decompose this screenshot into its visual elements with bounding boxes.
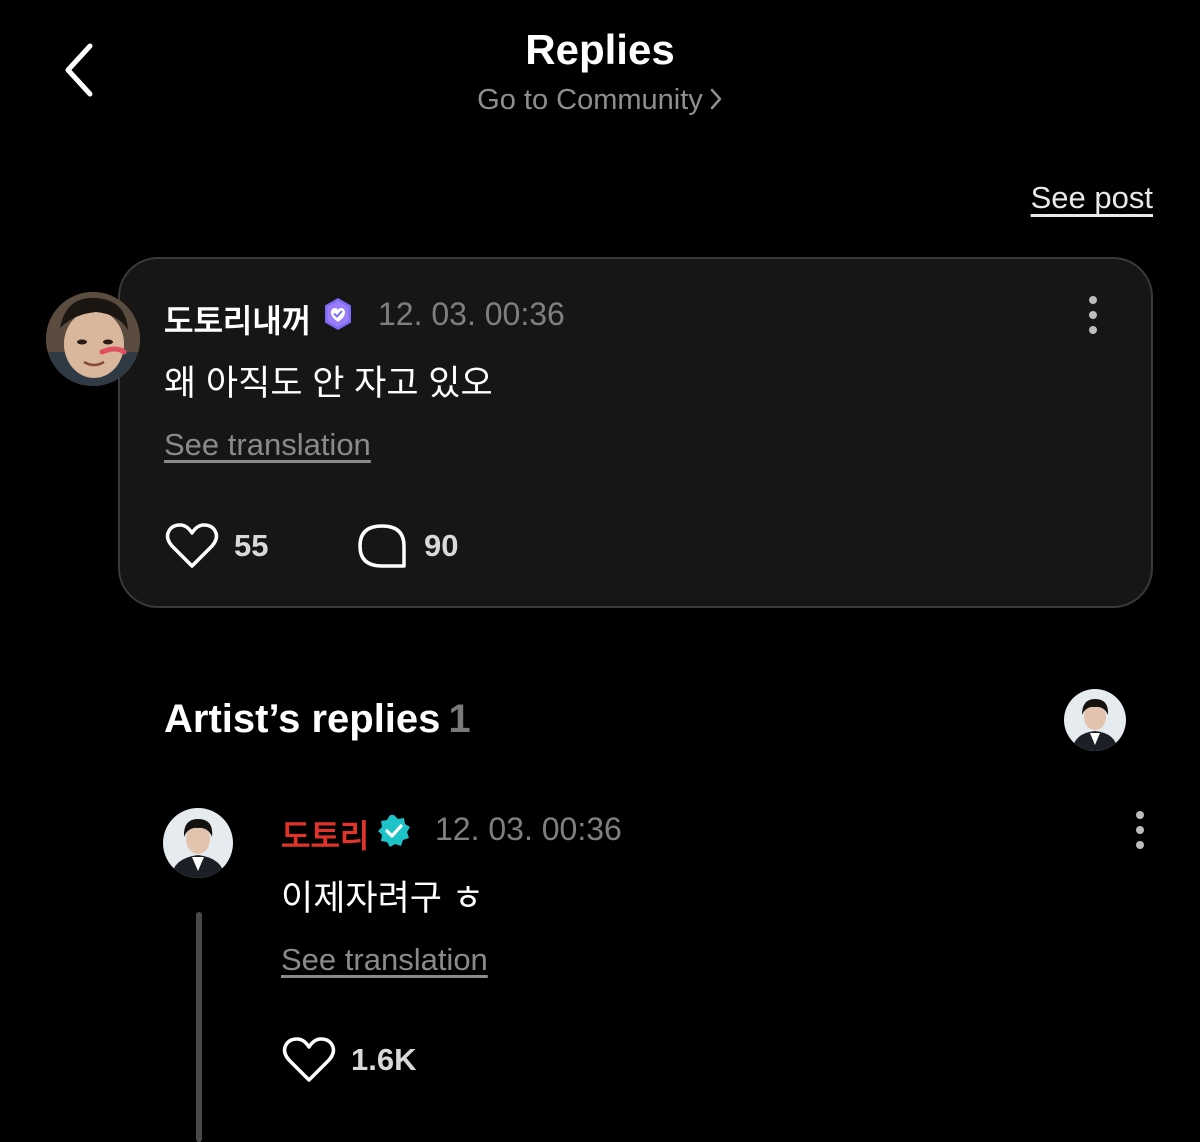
reply-more-options-button[interactable]: [1130, 808, 1150, 852]
post-timestamp: 12. 03. 00:36: [378, 296, 565, 332]
avatar-photo: [1064, 689, 1126, 751]
artist-replies-count: 1: [448, 697, 471, 741]
avatar-photo: [163, 808, 233, 878]
artist-replies-heading: Artist’s replies 1: [164, 697, 471, 742]
reply-text: 이제자려구 ㅎ: [281, 879, 484, 918]
more-vertical-icon: [1089, 296, 1097, 334]
heart-icon: [282, 1037, 336, 1082]
artist-avatar-small[interactable]: [1064, 689, 1126, 751]
post-more-options-button[interactable]: [1083, 293, 1103, 337]
reply-like-count: 1.6K: [351, 1042, 417, 1077]
reply-username[interactable]: 도토리: [281, 811, 369, 857]
see-post-link[interactable]: See post: [1031, 180, 1153, 216]
post-like-count: 55: [234, 528, 269, 563]
heart-icon: [165, 523, 219, 568]
page-title: Replies: [525, 26, 675, 73]
post-see-translation-link[interactable]: See translation: [164, 427, 371, 463]
reply-author-avatar[interactable]: [163, 808, 233, 878]
post-author-avatar[interactable]: [46, 292, 140, 386]
community-link-label: Go to Community: [477, 84, 703, 116]
post-username[interactable]: 도토리내꺼: [164, 296, 311, 342]
reply-see-translation-link[interactable]: See translation: [281, 942, 488, 978]
avatar-photo: [46, 292, 140, 386]
reply-timestamp: 12. 03. 00:36: [435, 811, 622, 847]
post-comment-button[interactable]: [357, 522, 407, 575]
artist-replies-title: Artist’s replies: [164, 697, 441, 741]
go-to-community-link[interactable]: Go to Community: [0, 84, 1200, 117]
verified-badge-icon: [320, 296, 356, 337]
post-like-button[interactable]: [164, 522, 220, 575]
more-vertical-icon: [1136, 811, 1144, 849]
chevron-right-icon: [710, 88, 722, 110]
post-text: 왜 아직도 안 자고 있오: [164, 364, 493, 403]
comment-bubble-icon: [358, 524, 406, 568]
post-comment-count: 90: [424, 528, 459, 563]
reply-thread-line: [196, 912, 202, 1142]
verified-badge-icon: [376, 813, 412, 854]
reply-like-button[interactable]: [281, 1036, 337, 1089]
